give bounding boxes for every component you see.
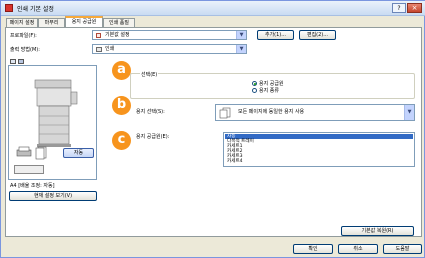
radio-paper-type-label: 용지 종류 <box>259 88 279 94</box>
paper-size-caption: A4 [배율 조정: 자동] <box>10 183 55 189</box>
output-tray-icon <box>16 146 32 157</box>
title-bar: 인쇄 기본 설정 ? × <box>1 1 425 16</box>
profile-edit-button[interactable]: 편집(2)... <box>299 30 336 40</box>
printer-icon <box>96 47 102 52</box>
chevron-down-icon: ▼ <box>236 31 246 39</box>
selection-group-label: 선택(E) <box>140 71 159 78</box>
view-settings-button[interactable]: 현재 설정 보기(V) <box>9 191 97 201</box>
duplex-tray-icon <box>14 165 44 174</box>
profile-value: 기본값 설정 <box>105 32 130 38</box>
close-icon[interactable]: × <box>407 3 422 13</box>
ok-button[interactable]: 확인 <box>293 244 333 254</box>
paper-stack-icon <box>35 146 47 160</box>
callout-c: c <box>112 131 131 150</box>
print-preferences-window: 인쇄 기본 설정 ? × 페이지 설정 마무리 용지 공급원 인쇄 품질 프로파… <box>0 0 425 258</box>
chevron-down-icon: ▼ <box>236 45 246 53</box>
chevron-down-icon: ▼ <box>404 105 414 120</box>
help-button[interactable]: 도움말 <box>383 244 422 254</box>
radio-paper-source-label: 용지 공급원 <box>259 81 284 87</box>
printer-preview: 자동 <box>8 65 97 180</box>
preview-layout-icon[interactable] <box>18 59 24 64</box>
radio-paper-type[interactable] <box>252 88 257 93</box>
paper-source-list[interactable]: 자동 다목적 트레이 카세트1 카세트2 카세트3 카세트4 <box>223 132 415 167</box>
tab-finishing[interactable]: 마무리 <box>38 18 65 27</box>
cancel-button[interactable]: 취소 <box>338 244 378 254</box>
tab-print-quality[interactable]: 인쇄 품질 <box>103 18 135 27</box>
profile-select[interactable]: 기본값 설정 ▼ <box>92 30 247 40</box>
restore-defaults-button[interactable]: 기본값 복원(R) <box>341 226 414 236</box>
help-icon[interactable]: ? <box>392 3 406 13</box>
printer-app-icon <box>5 4 13 12</box>
output-method-select[interactable]: 인쇄 ▼ <box>92 44 247 54</box>
callout-b: b <box>112 96 131 115</box>
callout-a: a <box>112 61 131 80</box>
profile-label: 프로파일(F): <box>10 33 37 39</box>
radio-paper-source[interactable] <box>252 81 257 86</box>
auto-source-button[interactable]: 자동 <box>63 148 94 158</box>
window-title: 인쇄 기본 설정 <box>17 6 54 13</box>
paper-selection-select[interactable]: 모든 페이지에 동일한 용지 사용 ▼ <box>215 104 415 121</box>
profile-add-button[interactable]: 추가(1)... <box>257 30 294 40</box>
preview-toggle-icon[interactable] <box>10 59 16 64</box>
paper-pages-icon <box>219 107 231 119</box>
paper-source-label: 용지 공급원(E): <box>136 134 170 140</box>
list-item[interactable]: 카세트4 <box>225 159 413 164</box>
printer-image <box>34 79 78 147</box>
output-method-value: 인쇄 <box>105 46 115 52</box>
profile-icon <box>96 33 101 38</box>
output-method-label: 출력 방법(M): <box>10 47 40 53</box>
paper-selection-label: 용지 선택(S): <box>136 109 165 115</box>
tab-page-setup[interactable]: 페이지 설정 <box>6 18 38 27</box>
paper-selection-value: 모든 페이지에 동일한 용지 사용 <box>238 109 305 115</box>
